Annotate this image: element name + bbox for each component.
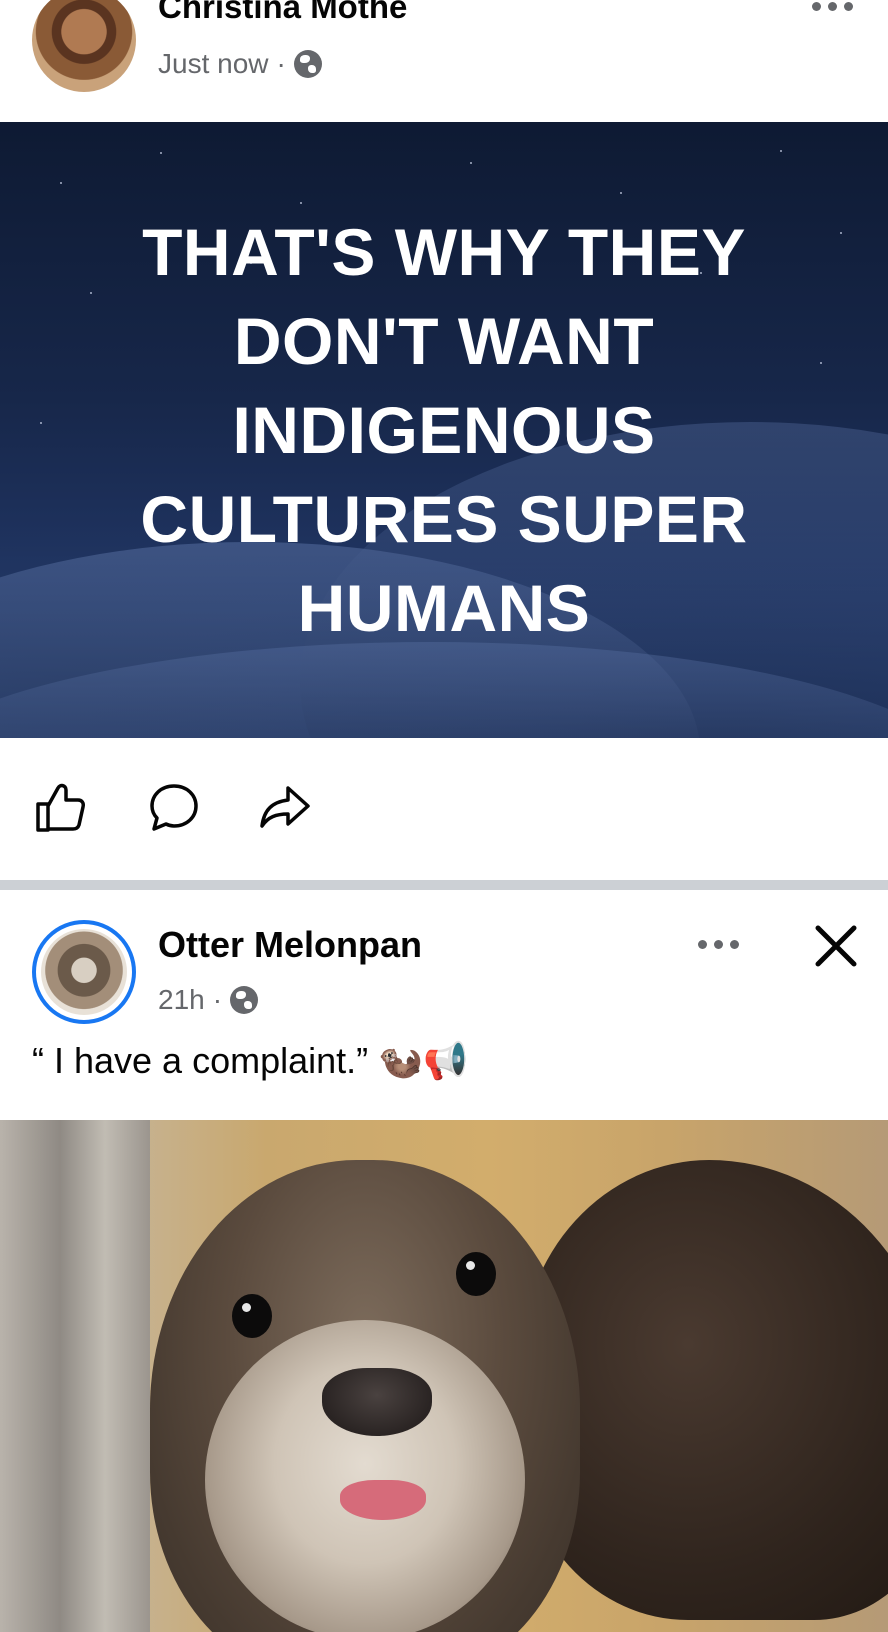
post-author-name[interactable]: Christina Mothe: [158, 0, 407, 26]
author-avatar[interactable]: [32, 0, 136, 92]
globe-icon: [230, 986, 259, 1014]
quote-line: DON'T WANT: [233, 304, 655, 378]
otter-face: [205, 1320, 525, 1632]
avatar-image: [41, 929, 127, 1015]
meta-separator: ·: [212, 984, 223, 1015]
otter-eye: [456, 1252, 496, 1296]
hide-post-button[interactable]: [810, 920, 862, 972]
star: [160, 152, 162, 154]
author-avatar[interactable]: [32, 920, 136, 1024]
globe-icon: [293, 50, 322, 78]
quote-line: INDIGENOUS: [232, 393, 656, 467]
quote-line: HUMANS: [297, 571, 591, 645]
dot-icon: [730, 940, 739, 949]
otter-mouth: [340, 1480, 426, 1520]
share-button[interactable]: [258, 780, 314, 836]
dot-icon: [828, 2, 837, 11]
more-options-button[interactable]: [698, 940, 739, 949]
star: [60, 182, 62, 184]
post-actions: [0, 780, 888, 840]
post-meta: Just now ·: [158, 48, 322, 80]
otter-nose: [322, 1368, 432, 1436]
quote-text: THAT'S WHY THEY DON'T WANT INDIGENOUS CU…: [0, 208, 888, 653]
post-meta: 21h ·: [158, 984, 259, 1016]
dot-icon: [698, 940, 707, 949]
star: [620, 192, 622, 194]
quote-image[interactable]: THAT'S WHY THEY DON'T WANT INDIGENOUS CU…: [0, 122, 888, 738]
comment-icon: [150, 784, 198, 831]
post-time[interactable]: 21h: [158, 984, 205, 1016]
post-time[interactable]: Just now: [158, 48, 269, 80]
post-author-name[interactable]: Otter Melonpan: [158, 924, 422, 966]
dot-icon: [714, 940, 723, 949]
otter-eye: [232, 1294, 272, 1338]
feed-divider: [0, 880, 888, 890]
close-icon: [815, 925, 857, 967]
more-options-button[interactable]: [812, 2, 853, 11]
share-icon: [260, 786, 310, 828]
star: [780, 150, 782, 152]
dot-icon: [812, 2, 821, 11]
post-card-christina: Christina Mothe Just now · THAT'S WHY TH…: [0, 0, 888, 882]
quote-line: THAT'S WHY THEY: [142, 215, 746, 289]
star: [300, 202, 302, 204]
comment-button[interactable]: [146, 780, 202, 836]
quote-line: CULTURES SUPER: [140, 482, 748, 556]
like-icon: [36, 783, 85, 832]
background-shelf: [0, 1120, 150, 1632]
meta-separator: ·: [276, 48, 286, 79]
star: [470, 162, 472, 164]
dot-icon: [844, 2, 853, 11]
post-card-otter: Otter Melonpan 21h · “ I have a complain…: [0, 890, 888, 1632]
like-button[interactable]: [32, 780, 88, 836]
post-photo[interactable]: [0, 1120, 888, 1632]
post-caption: “ I have a complaint.” 🦦📢: [32, 1040, 468, 1081]
